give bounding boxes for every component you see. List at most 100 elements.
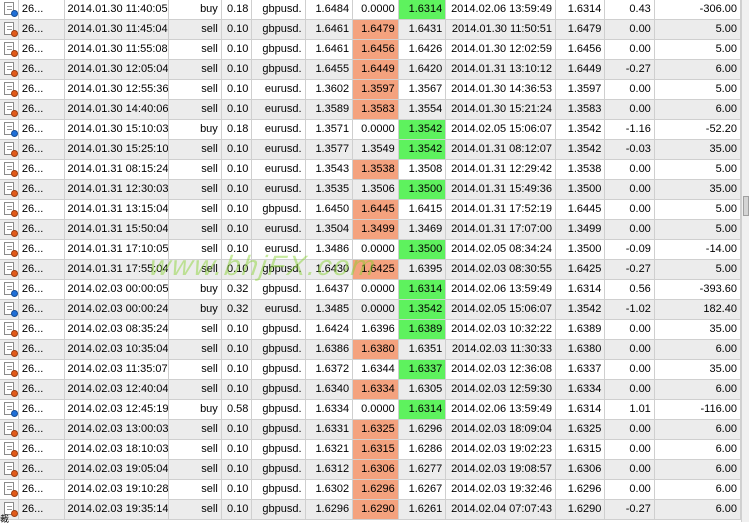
table-row[interactable]: 26... 2014.02.03 11:35:07 sell 0.10 gbpusd. 1… <box>0 360 741 380</box>
take-profit-cell: 1.6261 <box>399 500 447 519</box>
take-profit-cell: 1.6337 <box>398 360 447 379</box>
doc-sell-icon <box>0 240 19 259</box>
table-row[interactable]: 26... 2014.02.03 19:10:28 sell 0.10 gbpusd. 1… <box>0 480 741 500</box>
buy-dot-icon <box>11 310 18 317</box>
table-row[interactable]: 26... 2014.02.03 12:45:19 buy 0.58 gbpusd. 1.… <box>0 400 741 420</box>
table-row[interactable]: 26... 2014.01.30 11:55:08 sell 0.10 gbpusd. 1… <box>0 40 741 60</box>
stop-loss-cell: 1.6334 <box>353 380 399 399</box>
open-price-cell: 1.6334 <box>306 400 354 419</box>
type-cell: sell <box>169 380 222 399</box>
open-time-cell: 2014.02.03 19:10:28 <box>65 480 169 499</box>
doc-buy-icon <box>0 300 19 319</box>
doc-sell-icon <box>0 440 19 459</box>
open-price-cell: 1.6296 <box>306 500 354 519</box>
table-row[interactable]: 26... 2014.02.03 19:05:04 sell 0.10 gbpusd. 1… <box>0 460 741 480</box>
doc-buy-icon <box>0 0 19 19</box>
close-time-cell: 2014.02.06 13:59:49 <box>446 400 556 419</box>
profit-cell: 5.00 <box>655 200 741 219</box>
symbol-cell: eurusd. <box>252 180 306 199</box>
volume-cell: 0.10 <box>222 140 253 159</box>
table-row[interactable]: 26... 2014.01.30 15:25:10 sell 0.10 eurusd. 1… <box>0 140 741 160</box>
table-row[interactable]: 26... 2014.01.30 11:40:05 buy 0.18 gbpusd. 1.… <box>0 0 741 20</box>
ticket-cell: 26... <box>19 120 65 139</box>
volume-cell: 0.10 <box>222 200 253 219</box>
table-row[interactable]: 26... 2014.01.31 12:30:03 sell 0.10 eurusd. 1… <box>0 180 741 200</box>
table-row[interactable]: 26... 2014.02.03 19:35:14 sell 0.10 gbpusd. 1… <box>0 500 741 520</box>
profit-cell: 5.00 <box>655 260 741 279</box>
sell-dot-icon <box>11 390 18 397</box>
table-row[interactable]: 26... 2014.02.03 12:40:04 sell 0.10 gbpusd. 1… <box>0 380 741 400</box>
open-time-cell: 2014.02.03 13:00:03 <box>65 420 169 439</box>
table-row[interactable]: 26... 2014.02.03 18:10:03 sell 0.10 gbpusd. 1… <box>0 440 741 460</box>
close-price-cell: 1.3538 <box>556 160 606 179</box>
swap-cell: 0.00 <box>605 480 655 499</box>
table-row[interactable]: 26... 2014.02.03 00:00:05 buy 0.32 gbpusd. 1.… <box>0 280 741 300</box>
stop-loss-cell: 1.6315 <box>353 440 399 459</box>
close-time-cell: 2014.02.03 10:32:22 <box>446 320 556 339</box>
close-time-cell: 2014.02.03 19:08:57 <box>446 460 556 479</box>
ticket-cell: 26... <box>19 160 65 179</box>
buy-dot-icon <box>11 10 18 17</box>
close-price-cell: 1.6296 <box>556 480 606 499</box>
table-row[interactable]: 26... 2014.01.31 15:50:04 sell 0.10 eurusd. 1… <box>0 220 741 240</box>
table-row[interactable]: 26... 2014.02.03 08:35:24 sell 0.10 gbpusd. 1… <box>0 320 741 340</box>
table-row[interactable]: 26... 2014.01.31 13:15:04 sell 0.10 gbpusd. 1… <box>0 200 741 220</box>
close-time-cell: 2014.02.03 19:32:46 <box>446 480 556 499</box>
symbol-cell: gbpusd. <box>252 280 306 299</box>
symbol-cell: gbpusd. <box>252 0 306 19</box>
ticket-cell: 26... <box>19 300 65 319</box>
volume-cell: 0.10 <box>222 340 253 359</box>
volume-cell: 0.10 <box>222 180 253 199</box>
doc-sell-icon <box>0 80 19 99</box>
sell-dot-icon <box>11 470 18 477</box>
vertical-scrollbar[interactable] <box>741 0 749 522</box>
take-profit-cell: 1.6431 <box>399 20 447 39</box>
doc-sell-icon <box>0 460 19 479</box>
close-price-cell: 1.6337 <box>556 360 606 379</box>
open-price-cell: 1.6321 <box>306 440 354 459</box>
volume-cell: 0.58 <box>222 400 253 419</box>
open-time-cell: 2014.02.03 00:00:24 <box>65 300 169 319</box>
type-cell: sell <box>169 440 222 459</box>
table-row[interactable]: 26... 2014.02.03 00:00:24 buy 0.32 eurusd. 1.… <box>0 300 741 320</box>
ticket-cell: 26... <box>19 280 65 299</box>
table-row[interactable]: 26... 2014.01.31 17:55:04 sell 0.10 gbpusd. 1… <box>0 260 741 280</box>
table-row[interactable]: 26... 2014.01.31 08:15:24 sell 0.10 eurusd. 1… <box>0 160 741 180</box>
open-price-cell: 1.3577 <box>306 140 354 159</box>
table-row[interactable]: 26... 2014.01.30 15:10:03 buy 0.18 eurusd. 1.… <box>0 120 741 140</box>
volume-cell: 0.10 <box>222 220 253 239</box>
close-price-cell: 1.6314 <box>556 400 606 419</box>
swap-cell: -0.03 <box>605 140 655 159</box>
open-price-cell: 1.3602 <box>306 80 354 99</box>
swap-cell: 0.00 <box>605 200 655 219</box>
scrollbar-thumb[interactable] <box>743 196 749 216</box>
close-time-cell: 2014.02.06 13:59:49 <box>446 0 556 19</box>
table-row[interactable]: 26... 2014.01.30 12:55:36 sell 0.10 eurusd. 1… <box>0 80 741 100</box>
close-price-cell: 1.6314 <box>556 280 606 299</box>
volume-cell: 0.10 <box>222 460 253 479</box>
profit-cell: 182.40 <box>655 300 741 319</box>
open-price-cell: 1.3504 <box>306 220 354 239</box>
volume-cell: 0.10 <box>222 20 253 39</box>
doc-sell-icon <box>0 200 19 219</box>
table-row[interactable]: 26... 2014.01.30 12:05:04 sell 0.10 gbpusd. 1… <box>0 60 741 80</box>
sell-dot-icon <box>11 110 18 117</box>
table-row[interactable]: 26... 2014.01.30 14:40:06 sell 0.10 eurusd. 1… <box>0 100 741 120</box>
type-cell: sell <box>169 340 222 359</box>
table-row[interactable]: 26... 2014.02.03 10:35:04 sell 0.10 gbpusd. 1… <box>0 340 741 360</box>
close-price-cell: 1.6315 <box>556 440 606 459</box>
table-row[interactable]: 26... 2014.01.30 11:45:04 sell 0.10 gbpusd. 1… <box>0 20 741 40</box>
table-row[interactable]: 26... 2014.01.31 17:10:05 sell 0.10 eurusd. 1… <box>0 240 741 260</box>
table-row[interactable]: 26... 2014.02.03 13:00:03 sell 0.10 gbpusd. 1… <box>0 420 741 440</box>
sell-dot-icon <box>11 350 18 357</box>
take-profit-cell: 1.6415 <box>399 200 447 219</box>
close-time-cell: 2014.02.03 19:02:23 <box>446 440 556 459</box>
open-time-cell: 2014.01.31 17:55:04 <box>65 260 169 279</box>
doc-buy-icon <box>0 400 19 419</box>
profit-cell: 6.00 <box>655 60 741 79</box>
type-cell: sell <box>169 420 222 439</box>
symbol-cell: eurusd. <box>252 140 306 159</box>
profit-cell: 35.00 <box>655 360 741 379</box>
type-cell: buy <box>169 300 222 319</box>
volume-cell: 0.10 <box>222 320 253 339</box>
